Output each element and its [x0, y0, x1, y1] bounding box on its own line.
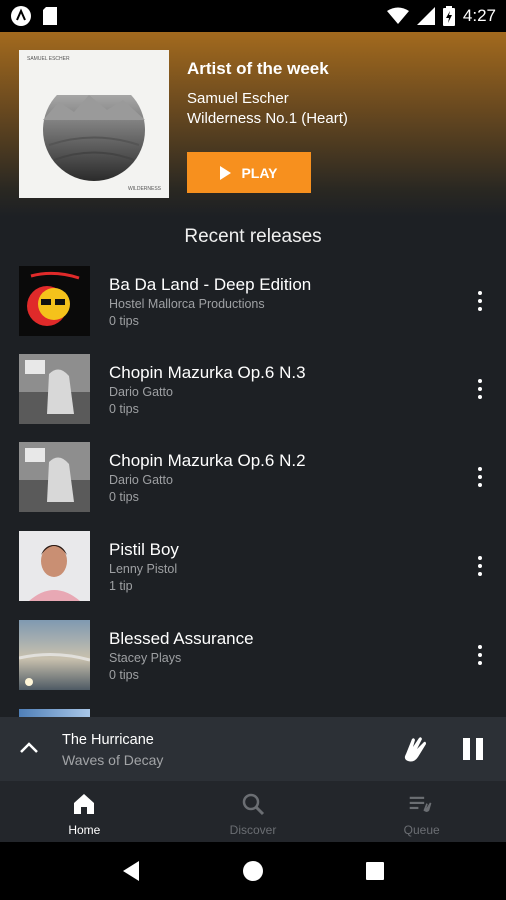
release-tips: 1 tip: [109, 579, 133, 593]
chopin-cover: [19, 442, 90, 512]
section-title: Recent releases: [184, 226, 322, 247]
release-thumb: [19, 442, 90, 512]
release-title: Ba Da Land - Deep Edition: [109, 275, 312, 294]
nav-discover-label: Discover: [229, 823, 277, 837]
release-thumb: [19, 620, 90, 690]
more-options-icon[interactable]: [470, 376, 490, 402]
album-art-text-bottom: WILDERNESS: [127, 186, 161, 192]
home-icon: [74, 794, 95, 814]
mountain-circle-art: [43, 95, 145, 181]
play-label: PLAY: [241, 164, 278, 181]
now-playing-title: The Hurricane: [62, 732, 154, 748]
release-thumb: [19, 531, 90, 601]
release-item[interactable]: Chopin Mazurka Op.6 N.3 Dario Gatto 0 ti…: [0, 354, 506, 442]
nav-home[interactable]: Home: [0, 781, 169, 842]
chopin-cover: [19, 354, 90, 424]
release-artist: Dario Gatto: [109, 385, 173, 399]
nav-discover[interactable]: Discover: [169, 781, 338, 842]
nav-home-label: Home: [68, 823, 101, 837]
status-time: 4:27: [462, 6, 496, 25]
release-artist: Hostel Mallorca Productions: [109, 297, 265, 311]
release-artist: Stacey Plays: [109, 651, 182, 665]
play-button[interactable]: PLAY: [187, 152, 311, 193]
bottom-nav: Home Discover Queue: [0, 781, 506, 842]
release-item[interactable]: Pistil Boy Lenny Pistol 1 tip: [0, 531, 506, 619]
mini-player[interactable]: The Hurricane Waves of Decay: [0, 717, 506, 781]
release-item[interactable]: Blessed Assurance Stacey Plays 0 tips: [0, 620, 506, 708]
release-tips: 0 tips: [109, 490, 139, 504]
more-options-icon[interactable]: [470, 642, 490, 668]
blessed-assurance-cover: [19, 620, 90, 690]
app-icon: [11, 6, 31, 26]
nav-queue-label: Queue: [403, 823, 440, 837]
release-tips: 0 tips: [109, 668, 139, 682]
more-options-icon[interactable]: [470, 553, 490, 579]
pause-button[interactable]: [463, 738, 485, 760]
release-tips: 0 tips: [109, 314, 139, 328]
status-bar: 4:27: [0, 0, 506, 32]
hero-track[interactable]: Wilderness No.1 (Heart): [187, 110, 348, 127]
wifi-icon: [386, 7, 409, 24]
artist-of-week-banner: SAMUEL ESCHER WILDERNESS Artist of the w…: [0, 32, 506, 217]
sd-card-icon: [43, 7, 57, 25]
now-playing-artist: Waves of Decay: [62, 752, 164, 768]
release-item[interactable]: Ba Da Land - Deep Edition Hostel Mallorc…: [0, 266, 506, 354]
release-tips: 0 tips: [109, 402, 139, 416]
featured-album-art[interactable]: SAMUEL ESCHER WILDERNESS: [19, 50, 169, 198]
chevron-up-icon[interactable]: [18, 737, 40, 759]
hero-artist[interactable]: Samuel Escher: [187, 90, 289, 107]
pistil-boy-cover: [19, 531, 90, 601]
ba-da-land-cover: [19, 266, 90, 336]
system-nav-bar: [0, 842, 506, 900]
release-artist: Lenny Pistol: [109, 562, 178, 576]
more-options-icon[interactable]: [470, 464, 490, 490]
release-title: Chopin Mazurka Op.6 N.3: [109, 363, 306, 382]
nav-queue[interactable]: Queue: [337, 781, 506, 842]
release-title: Blessed Assurance: [109, 629, 254, 648]
signal-icon: [416, 7, 435, 25]
release-thumb: [19, 266, 90, 336]
back-icon[interactable]: [121, 860, 141, 882]
more-options-icon[interactable]: [470, 288, 490, 314]
release-title: Chopin Mazurka Op.6 N.2: [109, 451, 306, 470]
home-circle-icon[interactable]: [242, 860, 264, 882]
play-icon: [220, 165, 232, 180]
queue-icon: [409, 796, 432, 812]
hero-title: Artist of the week: [187, 59, 329, 78]
release-thumb-partial: [19, 709, 90, 717]
release-artist: Dario Gatto: [109, 473, 173, 487]
battery-icon: [442, 6, 455, 26]
release-thumb: [19, 354, 90, 424]
recents-icon[interactable]: [365, 861, 385, 881]
pause-icon: [463, 738, 470, 760]
search-icon: [242, 793, 265, 816]
release-item[interactable]: Chopin Mazurka Op.6 N.2 Dario Gatto 0 ti…: [0, 442, 506, 530]
clap-tip-icon[interactable]: [400, 734, 430, 764]
release-title: Pistil Boy: [109, 540, 179, 559]
